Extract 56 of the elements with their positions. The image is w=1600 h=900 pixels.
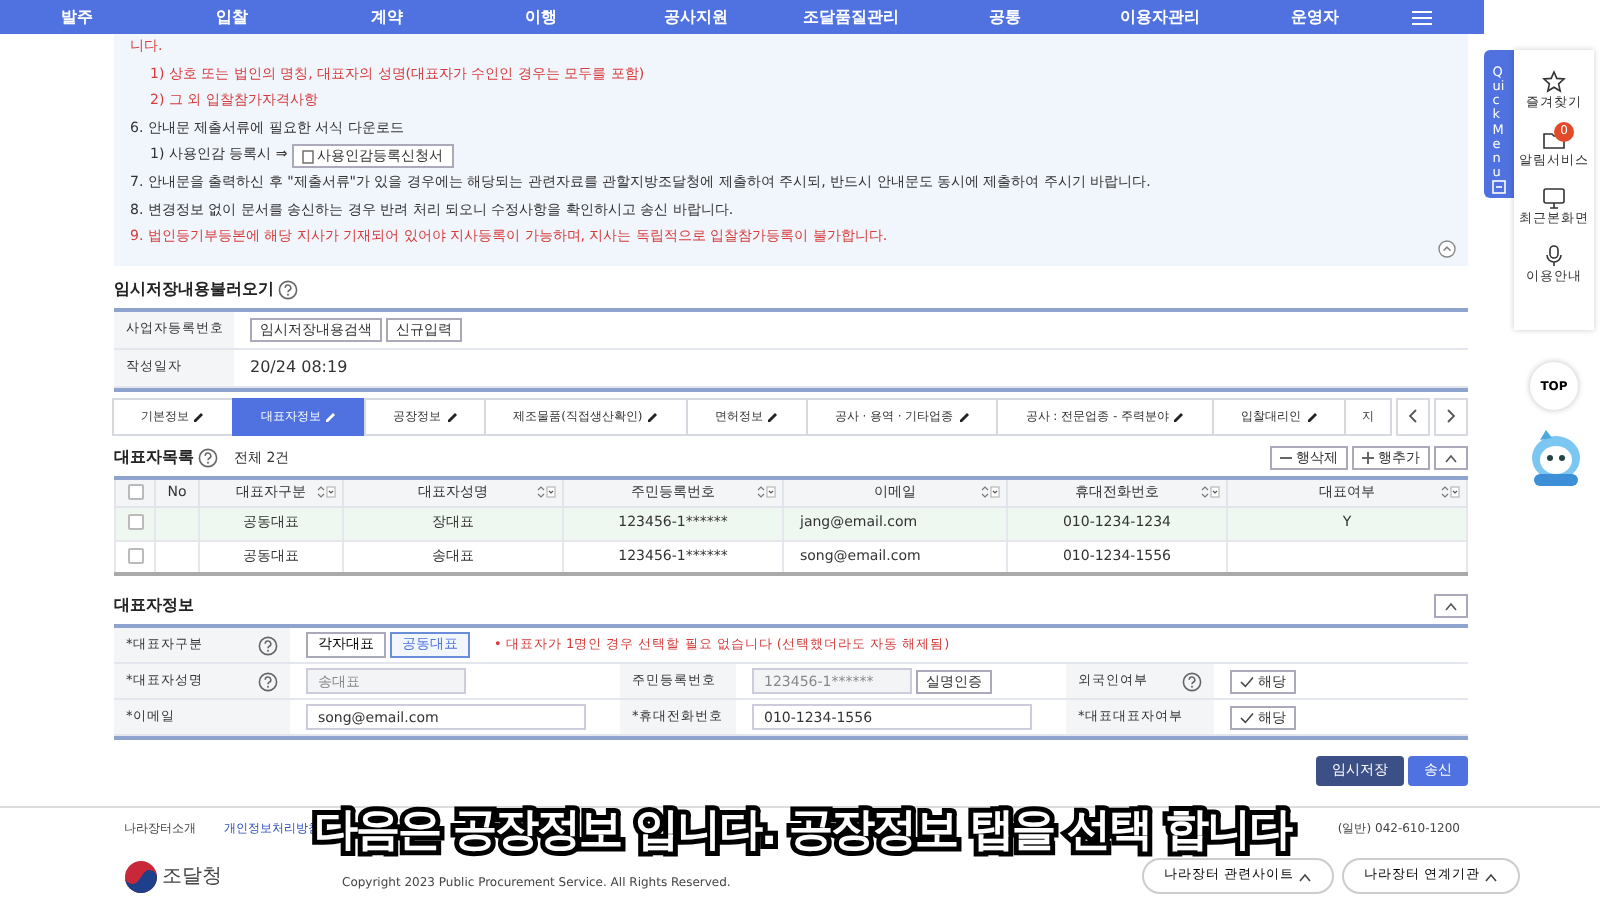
pencil-icon <box>766 410 779 423</box>
pencil-icon <box>192 410 205 423</box>
sort-icon <box>536 486 556 498</box>
collapse-button[interactable] <box>1434 446 1468 470</box>
tab-scroll-button[interactable] <box>1434 398 1469 436</box>
sort-icon <box>980 486 1000 498</box>
nav-item[interactable]: 입찰 <box>154 5 310 29</box>
microphone-icon[interactable] <box>1542 243 1566 268</box>
nav-item[interactable]: 운영자 <box>1237 5 1392 29</box>
nav-item[interactable]: 계약 <box>309 5 464 29</box>
sort-icon <box>1440 486 1460 498</box>
chevron-up-icon <box>1444 600 1458 613</box>
chevron-right-icon <box>1444 408 1459 425</box>
collapse-icon <box>1492 180 1506 195</box>
nav-item[interactable]: 발주 <box>0 5 155 29</box>
chevron-up-icon <box>1297 871 1312 881</box>
nav-item[interactable]: 이행 <box>463 5 619 29</box>
section-title: 대표자목록 <box>114 446 194 470</box>
nav-item[interactable]: 조달품질관리 <box>773 5 928 29</box>
star-icon[interactable] <box>1542 70 1566 94</box>
field-value: 20/24 08:19 <box>250 356 348 380</box>
row-checkbox[interactable] <box>127 548 143 565</box>
nav-item[interactable]: 공사지원 <box>618 5 774 29</box>
scroll-up-icon[interactable] <box>1438 240 1456 258</box>
emblem-icon <box>124 859 158 893</box>
help-icon <box>198 448 218 468</box>
row-checkbox[interactable] <box>127 514 143 531</box>
check-icon <box>1240 711 1254 723</box>
section-title: 대표자정보 <box>114 594 196 618</box>
chevron-up-icon <box>1484 871 1498 881</box>
chevron-up-icon <box>1444 452 1458 465</box>
check-icon <box>1240 675 1254 687</box>
pencil-icon <box>1172 410 1185 423</box>
sort-icon <box>316 486 336 498</box>
pencil-icon <box>324 410 337 423</box>
menu-icon[interactable] <box>1411 9 1432 25</box>
help-icon <box>278 280 298 300</box>
sort-icon <box>1200 486 1220 498</box>
pencil-icon <box>1305 410 1317 423</box>
section-title: 임시저장내용불러오기 <box>114 278 274 302</box>
monitor-icon[interactable] <box>1542 185 1566 210</box>
pencil-icon <box>445 410 457 423</box>
minus-icon <box>1280 452 1292 464</box>
document-icon <box>301 149 314 164</box>
logo-text: 조달청 <box>162 863 222 891</box>
nav-item[interactable]: 이용자관리 <box>1082 5 1238 29</box>
pencil-icon <box>957 410 970 423</box>
chevron-left-icon <box>1406 408 1421 425</box>
folder-icon[interactable] <box>1542 127 1566 152</box>
tab-scroll-button[interactable] <box>1396 398 1431 436</box>
nav-item[interactable]: 공통 <box>927 5 1083 29</box>
pencil-icon <box>646 410 659 423</box>
select-all-checkbox[interactable] <box>127 484 143 501</box>
collapse-button[interactable] <box>1434 594 1468 618</box>
sort-icon <box>756 486 776 498</box>
plus-icon <box>1362 452 1374 464</box>
